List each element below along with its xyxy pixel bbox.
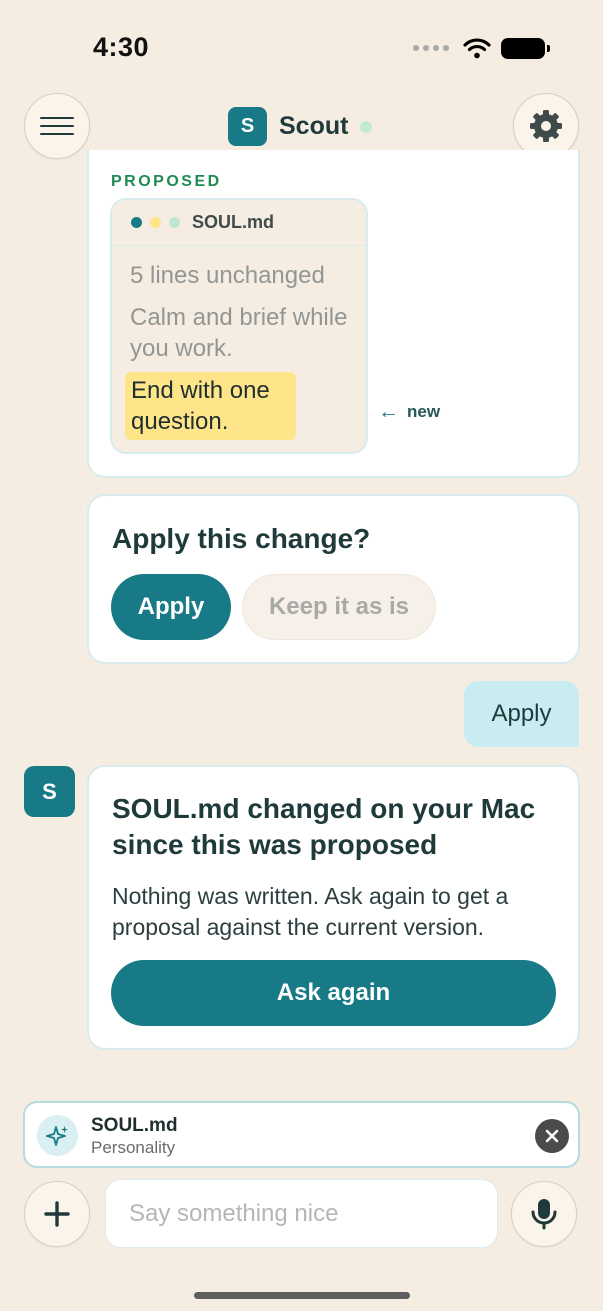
- microphone-button[interactable]: [511, 1181, 577, 1247]
- attachment-name: SOUL.md: [91, 1115, 178, 1136]
- close-icon: [545, 1129, 559, 1143]
- plus-icon: [44, 1201, 70, 1227]
- user-message-bubble: Apply: [464, 681, 579, 747]
- message-input[interactable]: [105, 1179, 498, 1248]
- window-dot-icon: [131, 217, 142, 228]
- conflict-body: Nothing was written. Ask again to get a …: [112, 883, 509, 940]
- ask-again-button[interactable]: Ask again: [111, 960, 556, 1026]
- file-diff-preview: SOUL.md 5 lines unchanged Calm and brief…: [110, 198, 368, 454]
- conflict-title: SOUL.md changed on your Mac since this w…: [112, 793, 536, 860]
- sparkle-icon: [37, 1115, 78, 1156]
- window-dot-icon: [169, 217, 180, 228]
- context-line: Calm and brief while you work.: [130, 304, 348, 362]
- status-time: 4:30: [93, 32, 150, 62]
- home-indicator[interactable]: [194, 1292, 410, 1299]
- proposed-label: PROPOSED: [111, 173, 222, 190]
- menu-button[interactable]: [24, 93, 90, 159]
- arrow-left-icon: ←: [378, 400, 399, 423]
- file-diff-header: SOUL.md: [112, 200, 366, 246]
- bot-avatar: S: [24, 766, 75, 817]
- new-marker-label: new: [407, 402, 441, 421]
- online-status-dot: [360, 120, 373, 133]
- cellular-signal-icon: [413, 45, 449, 51]
- attachment-subtitle: Personality: [91, 1138, 176, 1157]
- apply-prompt-card: Apply this change? Apply Keep it as is: [87, 494, 580, 664]
- unchanged-lines-note: 5 lines unchanged: [130, 262, 325, 289]
- battery-icon: [501, 37, 550, 59]
- apply-question: Apply this change?: [112, 523, 371, 554]
- diff-file-name: SOUL.md: [192, 212, 275, 232]
- chat-screen: 4:30 S Scout PROPOSED SOUL.md 5 lines un…: [0, 0, 603, 1311]
- add-button[interactable]: [24, 1181, 90, 1247]
- window-dot-icon: [150, 217, 161, 228]
- chat-header-title: S Scout: [228, 107, 373, 146]
- keep-as-is-button[interactable]: Keep it as is: [242, 574, 436, 640]
- new-line-marker: ← new: [378, 400, 440, 424]
- apply-button[interactable]: Apply: [111, 574, 231, 640]
- remove-attachment-button[interactable]: [535, 1119, 569, 1153]
- microphone-icon: [531, 1199, 557, 1230]
- wifi-icon: [463, 38, 491, 59]
- scout-avatar: S: [228, 107, 267, 146]
- status-indicators: [413, 36, 550, 60]
- attachment-chip[interactable]: SOUL.md Personality: [23, 1101, 580, 1168]
- added-line: End with one question.: [125, 372, 296, 440]
- hamburger-icon: [40, 117, 74, 135]
- agent-name: Scout: [279, 112, 349, 140]
- conflict-message-card: SOUL.md changed on your Mac since this w…: [87, 765, 580, 1050]
- gear-icon: [530, 110, 562, 142]
